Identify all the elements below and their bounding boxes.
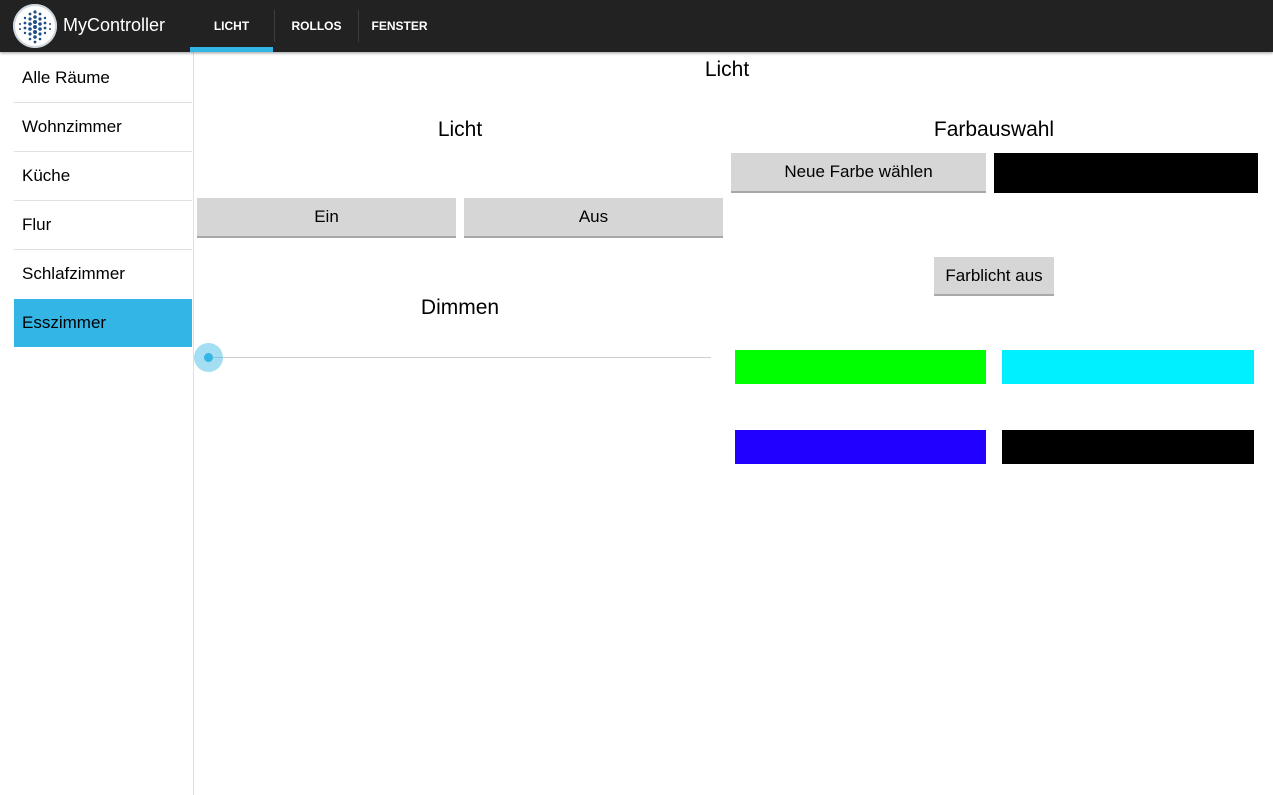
action-bar: MyController LICHT ROLLOS FENSTER — [0, 0, 1273, 52]
room-sidebar: Alle Räume Wohnzimmer Küche Flur Schlafz… — [0, 52, 194, 795]
light-on-button[interactable]: Ein — [197, 198, 456, 238]
light-off-button[interactable]: Aus — [464, 198, 723, 238]
current-color-swatch — [994, 153, 1258, 193]
sidebar-item-flur[interactable]: Flur — [14, 201, 192, 249]
sidebar-item-alle-raeume[interactable]: Alle Räume — [14, 54, 192, 102]
app-title: MyController — [63, 15, 166, 35]
dim-slider-track[interactable] — [208, 357, 711, 358]
color-preset-blue[interactable] — [735, 430, 986, 464]
sidebar-item-schlafzimmer[interactable]: Schlafzimmer — [14, 250, 192, 298]
tab-licht[interactable]: LICHT — [190, 0, 273, 52]
mycontroller-logo-icon[interactable] — [13, 4, 57, 48]
sidebar-item-wohnzimmer[interactable]: Wohnzimmer — [14, 103, 192, 151]
sidebar-item-kueche[interactable]: Küche — [14, 152, 192, 200]
dim-slider-thumb[interactable] — [194, 343, 223, 372]
tab-rollos[interactable]: ROLLOS — [275, 0, 358, 52]
page-title: Licht — [704, 58, 750, 81]
color-preset-green[interactable] — [735, 350, 986, 384]
color-light-off-button[interactable]: Farblicht aus — [934, 257, 1054, 296]
color-preset-black[interactable] — [1002, 430, 1254, 464]
light-heading: Licht — [437, 118, 483, 141]
color-preset-cyan[interactable] — [1002, 350, 1254, 384]
dim-heading: Dimmen — [420, 296, 500, 319]
tab-fenster[interactable]: FENSTER — [359, 0, 440, 52]
sidebar-item-esszimmer[interactable]: Esszimmer — [14, 299, 192, 347]
color-heading: Farbauswahl — [933, 118, 1055, 141]
choose-color-button[interactable]: Neue Farbe wählen — [731, 153, 986, 193]
